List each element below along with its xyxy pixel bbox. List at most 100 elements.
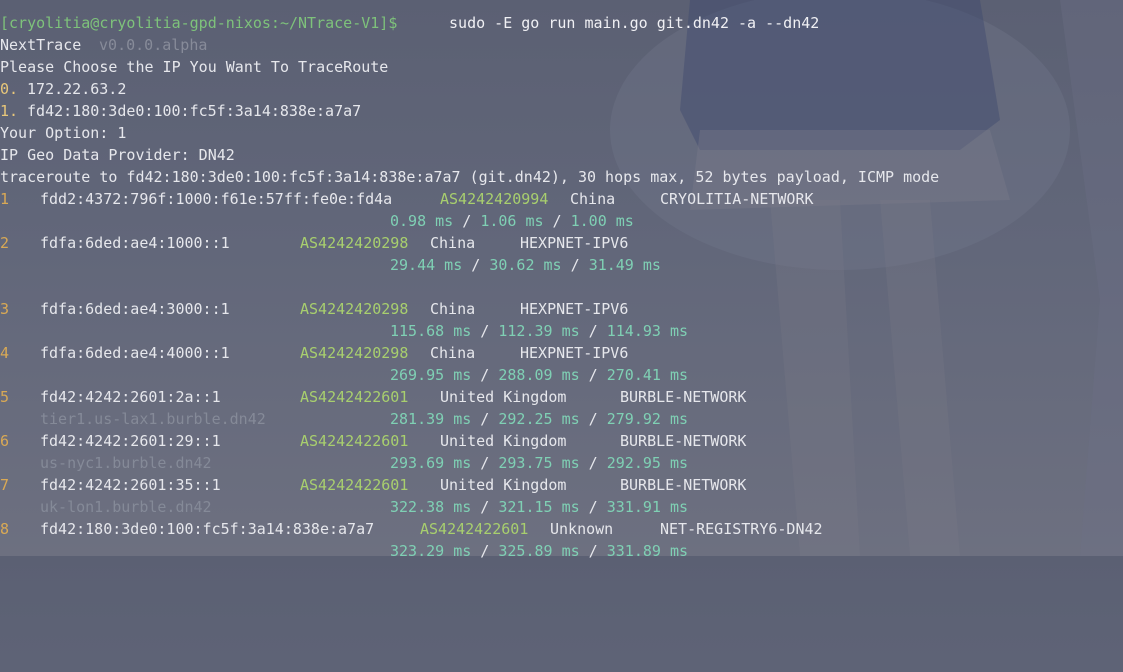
rtt-value: 115.68 ms <box>390 322 472 340</box>
hop-rtt-row: 269.95 ms / 288.09 ms / 270.41 ms <box>0 364 688 386</box>
hop-rtt-row: 115.68 ms / 112.39 ms / 114.93 ms <box>0 320 688 342</box>
hop-country: United Kingdom <box>440 388 567 406</box>
hop-ptr: tier1.us-lax1.burble.dn42 <box>40 410 266 428</box>
hop-ip: fd42:4242:2601:2a::1 <box>40 388 221 406</box>
rtt-value: 1.06 ms <box>480 212 544 230</box>
rtt-separator: / <box>471 542 499 560</box>
rtt-separator: / <box>579 454 607 472</box>
rtt-value: 31.49 ms <box>588 256 661 274</box>
hop-network: HEXPNET-IPV6 <box>520 344 629 362</box>
hop-row: 1 fdd2:4372:796f:1000:f61e:57ff:fe0e:fd4… <box>0 188 814 210</box>
option-index: 1. <box>0 102 19 120</box>
rtt-group: 0.98 ms / 1.06 ms / 1.00 ms <box>390 210 634 232</box>
rtt-value: 331.89 ms <box>606 542 689 560</box>
rtt-value: 281.39 ms <box>390 410 472 428</box>
option-address: fd42:180:3de0:100:fc5f:3a14:838e:a7a7 <box>18 102 362 120</box>
hop-ip: fdfa:6ded:ae4:3000::1 <box>40 300 230 318</box>
rtt-separator: / <box>471 366 499 384</box>
hop-network: HEXPNET-IPV6 <box>520 234 629 252</box>
hop-network: BURBLE-NETWORK <box>620 476 747 494</box>
rtt-value: 292.25 ms <box>498 410 580 428</box>
hop-country: China <box>430 344 476 362</box>
rtt-value: 292.95 ms <box>606 454 689 472</box>
choose-prompt: Please Choose the IP You Want To TraceRo… <box>0 56 388 78</box>
command-line: [cryolitia@cryolitia-gpd-nixos:~/NTrace-… <box>0 12 819 34</box>
hop-number: 5 <box>0 388 10 406</box>
traceroute-header: traceroute to fd42:180:3de0:100:fc5f:3a1… <box>0 166 939 188</box>
hop-network: NET-REGISTRY6-DN42 <box>660 520 823 538</box>
hop-ip: fd42:4242:2601:35::1 <box>40 476 221 494</box>
hop-network: CRYOLITIA-NETWORK <box>660 190 814 208</box>
rtt-separator: / <box>453 212 481 230</box>
hop-rtt-row: 323.29 ms / 325.89 ms / 331.89 ms <box>0 540 688 562</box>
rtt-value: 293.69 ms <box>390 454 472 472</box>
rtt-group: 323.29 ms / 325.89 ms / 331.89 ms <box>390 540 688 562</box>
hop-country: Unknown <box>550 520 614 538</box>
hop-row: 3 fdfa:6ded:ae4:3000::1 AS4242420298 Chi… <box>0 298 628 320</box>
hop-ip: fd42:180:3de0:100:fc5f:3a14:838e:a7a7 <box>40 520 375 538</box>
app-banner: NextTrace v0.0.0.alpha <box>0 34 207 56</box>
rtt-value: 0.98 ms <box>390 212 454 230</box>
rtt-value: 112.39 ms <box>498 322 580 340</box>
rtt-separator: / <box>579 498 607 516</box>
hop-asn: AS4242420298 <box>300 344 409 362</box>
hop-asn: AS4242422601 <box>420 520 529 538</box>
hop-country: United Kingdom <box>440 476 567 494</box>
hop-row: 5 fd42:4242:2601:2a::1 AS4242422601 Unit… <box>0 386 746 408</box>
hop-country: China <box>570 190 616 208</box>
hop-ip: fd42:4242:2601:29::1 <box>40 432 221 450</box>
hop-ip: fdfa:6ded:ae4:4000::1 <box>40 344 230 362</box>
option-address: 172.22.63.2 <box>18 80 127 98</box>
hop-asn: AS4242422601 <box>300 388 409 406</box>
your-option-text: Your Option: 1 <box>0 124 127 142</box>
hop-number: 7 <box>0 476 10 494</box>
hop-rtt-row: 0.98 ms / 1.06 ms / 1.00 ms <box>0 210 634 232</box>
rtt-separator: / <box>471 454 499 472</box>
hop-ptr: us-nyc1.burble.dn42 <box>40 454 212 472</box>
hop-asn: AS4242420994 <box>440 190 549 208</box>
hop-rtt-row: uk-lon1.burble.dn42 322.38 ms / 321.15 m… <box>0 496 688 518</box>
rtt-separator: / <box>462 256 490 274</box>
geo-provider-text: IP Geo Data Provider: DN42 <box>0 146 235 164</box>
hop-number: 8 <box>0 520 10 538</box>
terminal-output[interactable]: [cryolitia@cryolitia-gpd-nixos:~/NTrace-… <box>0 0 1123 560</box>
hop-asn: AS4242420298 <box>300 234 409 252</box>
hop-number: 2 <box>0 234 10 252</box>
hop-country: United Kingdom <box>440 432 567 450</box>
hop-country: China <box>430 234 476 252</box>
rtt-separator: / <box>471 498 499 516</box>
hop-number: 3 <box>0 300 10 318</box>
hop-ip: fdd2:4372:796f:1000:f61e:57ff:fe0e:fd4a <box>40 190 393 208</box>
hop-row: 6 fd42:4242:2601:29::1 AS4242422601 Unit… <box>0 430 746 452</box>
rtt-separator: / <box>471 322 499 340</box>
shell-prompt: [cryolitia@cryolitia-gpd-nixos:~/NTrace-… <box>0 14 398 32</box>
hop-row: 4 fdfa:6ded:ae4:4000::1 AS4242420298 Chi… <box>0 342 628 364</box>
rtt-value: 331.91 ms <box>606 498 689 516</box>
hop-row: 8 fd42:180:3de0:100:fc5f:3a14:838e:a7a7 … <box>0 518 823 540</box>
hop-number: 6 <box>0 432 10 450</box>
hop-row: 2 fdfa:6ded:ae4:1000::1 AS4242420298 Chi… <box>0 232 628 254</box>
rtt-separator: / <box>561 256 589 274</box>
geo-provider-line: IP Geo Data Provider: DN42 <box>0 144 235 166</box>
rtt-group: 281.39 ms / 292.25 ms / 279.92 ms <box>390 408 688 430</box>
traceroute-header-text: traceroute to fd42:180:3de0:100:fc5f:3a1… <box>0 168 940 186</box>
rtt-separator: / <box>579 366 607 384</box>
command-text: sudo -E go run main.go git.dn42 -a --dn4… <box>440 14 820 32</box>
rtt-separator: / <box>579 542 607 560</box>
hop-country: China <box>430 300 476 318</box>
rtt-value: 288.09 ms <box>498 366 580 384</box>
hop-asn: AS4242422601 <box>300 432 409 450</box>
rtt-value: 325.89 ms <box>498 542 580 560</box>
ip-option: 1. fd42:180:3de0:100:fc5f:3a14:838e:a7a7 <box>0 100 361 122</box>
rtt-value: 114.93 ms <box>606 322 689 340</box>
hop-number: 4 <box>0 344 10 362</box>
hop-row: 7 fd42:4242:2601:35::1 AS4242422601 Unit… <box>0 474 746 496</box>
hop-asn: AS4242420298 <box>300 300 409 318</box>
rtt-value: 321.15 ms <box>498 498 580 516</box>
hop-rtt-row: tier1.us-lax1.burble.dn42 281.39 ms / 29… <box>0 408 688 430</box>
app-name: NextTrace <box>0 36 82 54</box>
hop-asn: AS4242422601 <box>300 476 409 494</box>
rtt-group: 269.95 ms / 288.09 ms / 270.41 ms <box>390 364 688 386</box>
hop-rtt-row: us-nyc1.burble.dn42 293.69 ms / 293.75 m… <box>0 452 688 474</box>
hop-network: BURBLE-NETWORK <box>620 432 747 450</box>
